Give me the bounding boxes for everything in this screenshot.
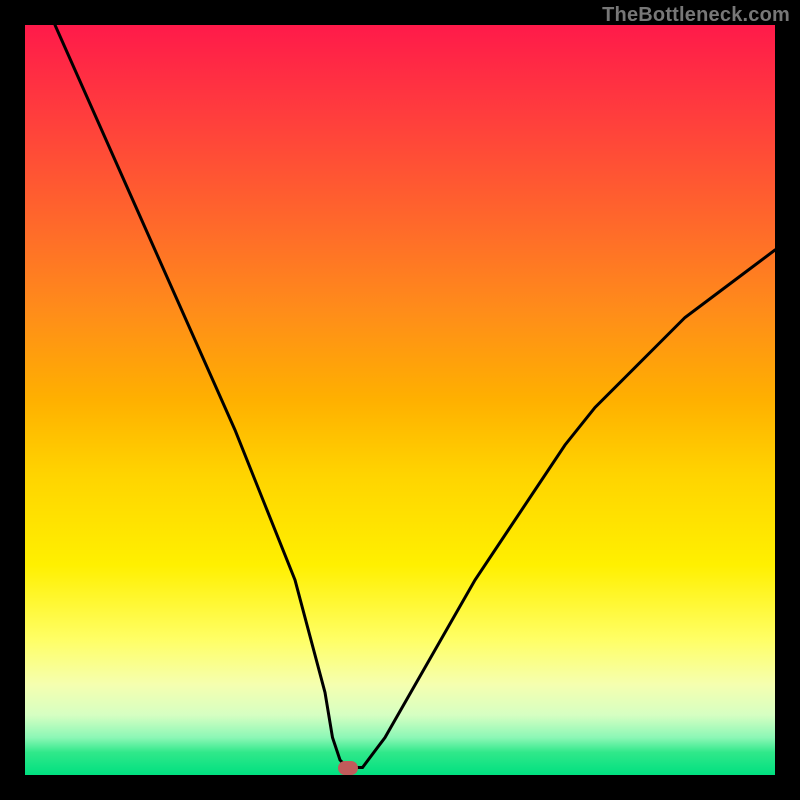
plot-area <box>25 25 775 775</box>
bottleneck-curve <box>55 25 775 768</box>
chart-frame: TheBottleneck.com <box>0 0 800 800</box>
curve-svg <box>25 25 775 775</box>
watermark-text: TheBottleneck.com <box>602 4 790 27</box>
optimum-marker <box>338 761 358 775</box>
